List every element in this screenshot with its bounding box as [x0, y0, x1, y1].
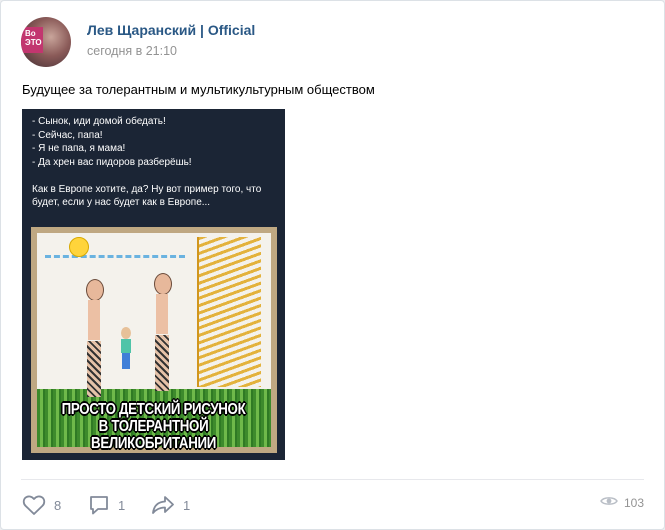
image-caption-line-2: В ТОЛЕРАНТНОЙ ВЕЛИКОБРИТАНИИ — [91, 418, 216, 452]
drawing-figure-right — [149, 273, 175, 393]
drawing-sky-line — [45, 237, 185, 258]
comment-icon — [88, 494, 110, 516]
image-caption: ПРОСТО ДЕТСКИЙ РИСУНОК В ТОЛЕРАНТНОЙ ВЕЛ… — [40, 401, 266, 452]
like-button[interactable]: 8 — [22, 493, 61, 517]
share-button[interactable]: 1 — [151, 493, 190, 517]
avatar-badge-text: Во ЭТО — [25, 29, 42, 47]
share-icon — [151, 494, 175, 516]
share-count: 1 — [183, 497, 191, 513]
comment-count: 1 — [118, 497, 126, 513]
image-caption-line-1: ПРОСТО ДЕТСКИЙ РИСУНОК — [61, 401, 246, 418]
image-dialog-text: - Сынок, иди домой обедать! - Сейчас, па… — [32, 116, 262, 208]
eye-icon — [600, 495, 618, 510]
author-name-link[interactable]: Лев Щаранский | Official — [87, 22, 255, 38]
author-avatar[interactable]: Во ЭТО — [21, 17, 71, 67]
drawing-figure-left — [81, 279, 107, 399]
actions-divider — [21, 479, 644, 480]
views-count: 103 — [623, 495, 644, 510]
post-image[interactable]: - Сынок, иди домой обедать! - Сейчас, па… — [22, 109, 285, 460]
post-text: Будущее за толерантным и мультикультурны… — [22, 82, 375, 97]
like-count: 8 — [54, 497, 62, 513]
post-timestamp[interactable]: сегодня в 21:10 — [87, 44, 177, 58]
heart-icon — [22, 494, 46, 516]
post-card: Во ЭТО Лев Щаранский | Official сегодня … — [0, 0, 665, 530]
views-counter: 103 — [600, 495, 644, 510]
drawing-figure-child — [119, 327, 133, 371]
comment-button[interactable]: 1 — [88, 493, 125, 517]
laughing-emoji-icon — [69, 237, 89, 257]
drawing-tower — [197, 237, 261, 387]
